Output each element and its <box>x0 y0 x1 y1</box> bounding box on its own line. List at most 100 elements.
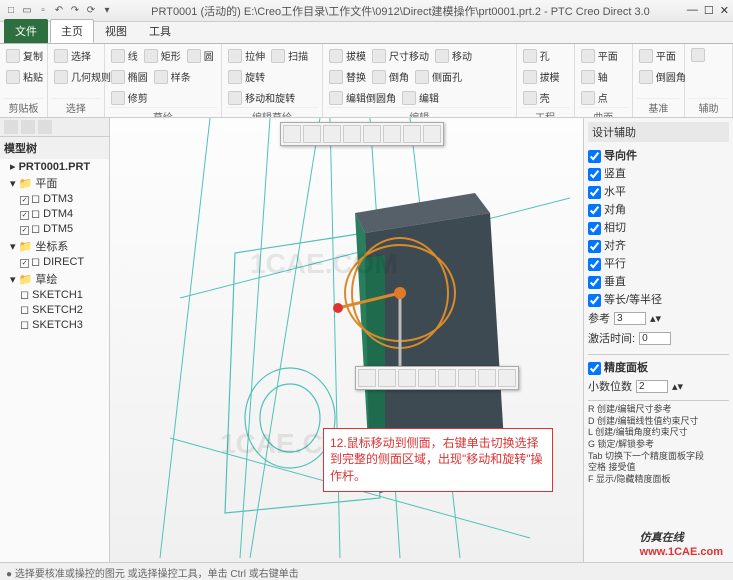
copy-icon[interactable] <box>398 369 416 387</box>
ribbon-item[interactable]: 平面 <box>579 46 620 65</box>
ribbon-item[interactable]: 壳 <box>521 88 552 107</box>
cancel-icon[interactable] <box>498 369 516 387</box>
decimal-row[interactable]: 小数位数 ▴▾ <box>588 376 729 396</box>
tree-leaf[interactable]: ✓◻ DTM4 <box>20 206 109 221</box>
offset-icon[interactable] <box>418 369 436 387</box>
tree-leaf[interactable]: ◻ SKETCH3 <box>20 317 109 332</box>
tree-node[interactable]: ▾ 📁 平面✓◻ DTM3✓◻ DTM4✓◻ DTM5 <box>10 174 109 237</box>
snap-check[interactable]: 竖直 <box>588 164 729 182</box>
ribbon-group: 平面轴点曲面 <box>575 44 633 117</box>
ribbon-item[interactable]: 轴 <box>579 67 610 86</box>
ribbon: 复制粘贴剪贴板选择几何规则选择线矩形圆椭圆样条修剪草绘拉伸扫描旋转移动和旋转编辑… <box>0 44 733 118</box>
ribbon-item[interactable]: 侧面孔 <box>413 67 464 86</box>
ribbon-item[interactable]: 拔模 <box>521 67 562 86</box>
zoom-out-icon[interactable] <box>323 125 341 143</box>
zoom-fit-icon[interactable] <box>283 125 301 143</box>
tree-leaf[interactable]: ✓◻ DIRECT <box>20 254 109 269</box>
tab-home[interactable]: 主页 <box>50 19 94 43</box>
viewport[interactable]: 1CAE.COM 1CAE.COM 12.鼠标移动到侧面，右键单击切换选择到完整… <box>110 118 583 562</box>
ribbon-item[interactable]: 椭圆 <box>109 67 150 86</box>
ribbon-item[interactable]: 矩形 <box>142 46 183 65</box>
ribbon-item[interactable]: 编辑倒圆角 <box>327 88 398 107</box>
tree-leaf[interactable]: ✓◻ DTM5 <box>20 221 109 236</box>
window-buttons[interactable]: — ☐ ✕ <box>687 4 729 17</box>
close-icon[interactable]: ✕ <box>720 4 729 17</box>
check-icon[interactable] <box>478 369 496 387</box>
tree-leaf[interactable]: ✓◻ DTM3 <box>20 191 109 206</box>
snap-check[interactable]: 垂直 <box>588 272 729 290</box>
ref-row[interactable]: 参考 ▴▾ <box>588 308 729 328</box>
ribbon-item[interactable]: 替换 <box>327 67 368 86</box>
refit-icon[interactable] <box>343 125 361 143</box>
minimize-icon[interactable]: — <box>687 4 698 17</box>
tree-node[interactable]: ▾ 📁 草绘◻ SKETCH1◻ SKETCH2◻ SKETCH3 <box>10 270 109 333</box>
tree-root[interactable]: ▸ PRT0001.PRT▾ 📁 平面✓◻ DTM3✓◻ DTM4✓◻ DTM5… <box>0 159 109 333</box>
ribbon-item[interactable]: 编辑 <box>400 88 441 107</box>
ribbon-item[interactable]: 点 <box>579 88 610 107</box>
redo-icon[interactable]: ↷ <box>68 4 82 18</box>
ribbon-item[interactable]: 拔模 <box>327 46 368 65</box>
decimal-input[interactable] <box>636 380 668 393</box>
ribbon-item[interactable]: 倒角 <box>370 67 411 86</box>
ribbon-item[interactable]: 修剪 <box>109 88 150 107</box>
snap-check[interactable]: 对角 <box>588 200 729 218</box>
ribbon-item[interactable] <box>689 46 710 64</box>
activation-row[interactable]: 激活时间: <box>588 328 729 348</box>
ref-input[interactable] <box>614 312 646 325</box>
tool-icon <box>435 49 449 63</box>
display-style-icon[interactable] <box>363 125 381 143</box>
zoom-in-icon[interactable] <box>303 125 321 143</box>
datum-icon[interactable] <box>383 125 401 143</box>
ribbon-group: 平面倒圆角基准 <box>633 44 685 117</box>
delete-icon[interactable] <box>438 369 456 387</box>
tree-toolbar[interactable] <box>0 118 109 137</box>
activation-input[interactable] <box>639 332 671 345</box>
ribbon-item[interactable]: 粘贴 <box>4 67 45 86</box>
ribbon-item[interactable]: 拉伸 <box>226 46 267 65</box>
annot-icon[interactable] <box>403 125 421 143</box>
spinner-icon[interactable]: ▴▾ <box>672 380 683 393</box>
open-icon[interactable]: ▭ <box>20 4 34 18</box>
tree-leaf[interactable]: ◻ SKETCH2 <box>20 302 109 317</box>
undo-icon[interactable]: ↶ <box>52 4 66 18</box>
ribbon-item[interactable]: 移动 <box>433 46 474 65</box>
ribbon-item[interactable]: 复制 <box>4 46 45 65</box>
close-win-icon[interactable]: ▾ <box>100 4 114 18</box>
ribbon-item[interactable]: 扫描 <box>269 46 310 65</box>
tab-view[interactable]: 视图 <box>94 19 138 43</box>
ribbon-item[interactable]: 移动和旋转 <box>226 88 297 107</box>
snap-check[interactable]: 水平 <box>588 182 729 200</box>
ribbon-item[interactable]: 样条 <box>152 67 193 86</box>
model-3d[interactable] <box>110 118 570 558</box>
grid-panel-check[interactable]: 精度面板 <box>588 354 729 376</box>
ribbon-item[interactable]: 选择 <box>52 46 93 65</box>
ribbon-item[interactable]: 尺寸移动 <box>370 46 431 65</box>
save-icon[interactable]: ▫ <box>36 4 50 18</box>
snap-check[interactable]: 平行 <box>588 254 729 272</box>
tab-tools[interactable]: 工具 <box>138 19 182 43</box>
tree-node[interactable]: ▾ 📁 坐标系✓◻ DIRECT <box>10 237 109 270</box>
ribbon-item[interactable]: 旋转 <box>226 67 267 86</box>
guide-check[interactable]: 导向件 <box>588 146 729 164</box>
more-icon[interactable] <box>458 369 476 387</box>
ribbon-item[interactable]: 圆 <box>185 46 216 65</box>
view-toolbar[interactable] <box>280 122 444 146</box>
ribbon-item[interactable]: 线 <box>109 46 140 65</box>
tree-leaf[interactable]: ◻ SKETCH1 <box>20 287 109 302</box>
snap-check[interactable]: 相切 <box>588 218 729 236</box>
rotate-icon[interactable] <box>378 369 396 387</box>
maximize-icon[interactable]: ☐ <box>704 4 714 17</box>
ribbon-item[interactable]: 倒圆角 <box>637 67 688 86</box>
spinner-icon[interactable]: ▴▾ <box>650 312 661 325</box>
ribbon-item[interactable]: 孔 <box>521 46 552 65</box>
spin-icon[interactable] <box>423 125 441 143</box>
ribbon-item[interactable]: 平面 <box>637 46 678 65</box>
move-icon[interactable] <box>358 369 376 387</box>
regen-icon[interactable]: ⟳ <box>84 4 98 18</box>
context-toolbar[interactable] <box>355 366 519 390</box>
snap-check[interactable]: 等长/等半径 <box>588 290 729 308</box>
quick-access-toolbar[interactable]: □ ▭ ▫ ↶ ↷ ⟳ ▾ <box>4 4 114 18</box>
tab-file[interactable]: 文件 <box>4 19 48 43</box>
new-icon[interactable]: □ <box>4 4 18 18</box>
snap-check[interactable]: 对齐 <box>588 236 729 254</box>
